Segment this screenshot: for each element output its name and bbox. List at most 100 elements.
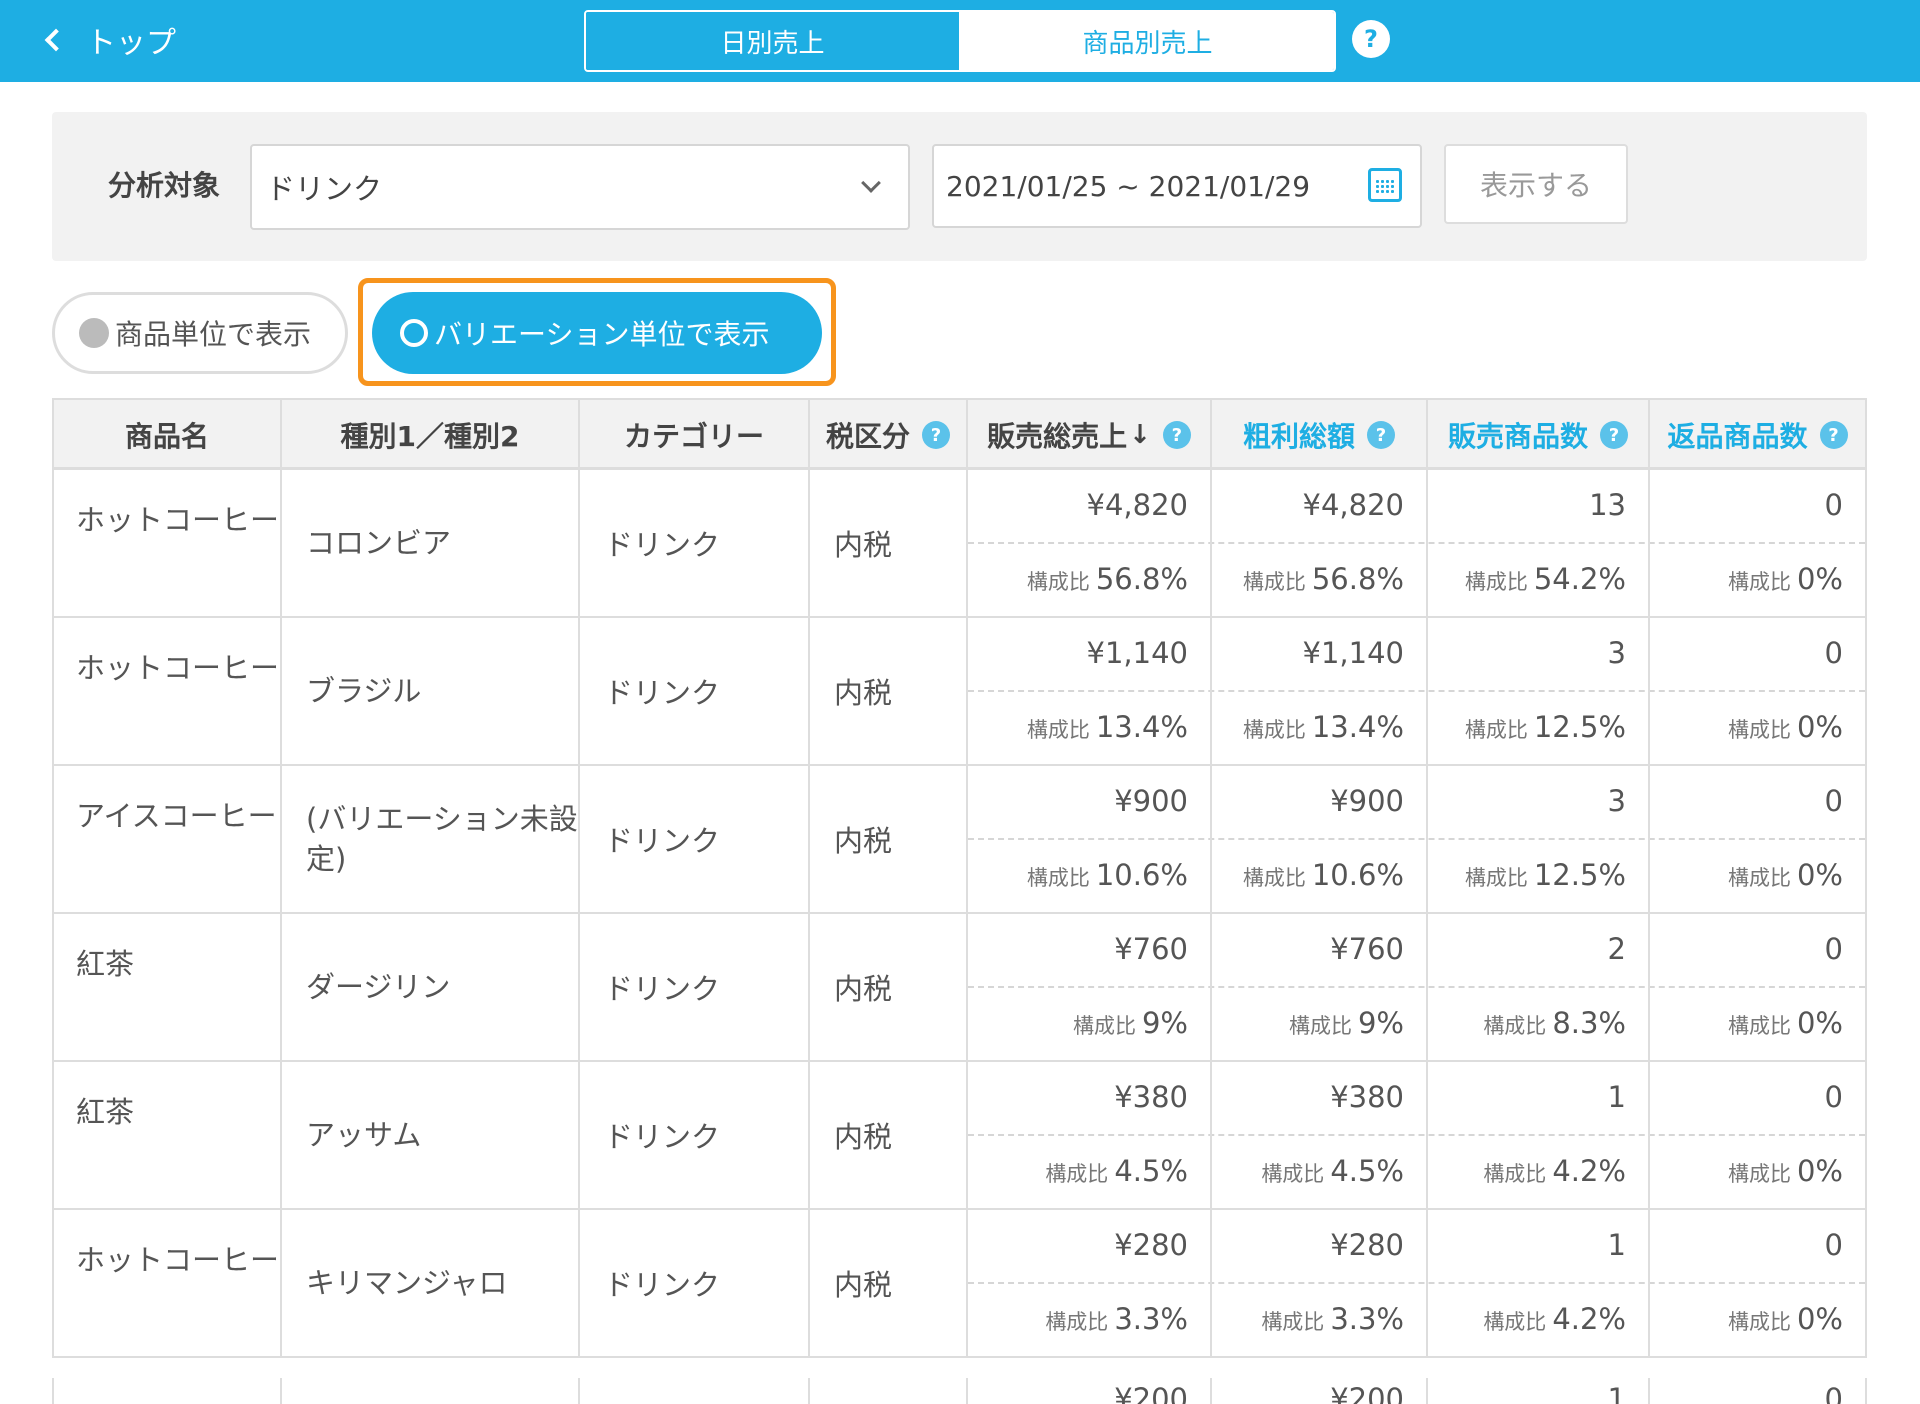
partial-cell: ¥200 [1212,1378,1428,1404]
cell-tax: 内税 [810,914,968,1060]
tax-type: 内税 [834,528,893,562]
col-quantity[interactable]: 販売商品数? [1428,400,1650,470]
chevron-left-icon [44,28,68,52]
variation-unit-toggle[interactable]: バリエーション単位で表示 [372,292,822,374]
cell-variation: (バリエーション未設定) [282,766,580,912]
tab-product-sales[interactable]: 商品別売上 [961,12,1334,70]
sales-value: ¥280 [1114,1228,1188,1262]
qty-value: 2 [1607,932,1626,966]
cell-category: ドリンク [580,766,810,912]
product-name: ホットコーヒー [76,503,280,537]
variation-name: キリマンジャロ [306,1266,508,1300]
sales-ratio: 構成比 13.4% [1027,710,1188,744]
help-icon[interactable]: ? [1367,421,1395,449]
profit-ratio-value: 3.3% [1330,1302,1404,1336]
table-row[interactable]: 紅茶 ダージリン ドリンク 内税 ¥760 構成比 9% ¥760 構成比 9% 2 構成比 8.3% 0… [54,914,1865,1062]
ratio-prefix: 構成比 [1464,718,1528,742]
table-header: 商品名 種別1／種別2 カテゴリー 税区分? 販売総売上 ↓? 粗利総額? 販売商… [52,398,1867,470]
qty-ratio: 構成比 12.5% [1465,858,1626,892]
radio-off-icon [79,318,109,348]
sales-value: ¥900 [1114,784,1188,818]
qty-ratio: 構成比 4.2% [1483,1154,1626,1188]
analysis-target-select[interactable]: ドリンク [250,144,910,230]
help-icon[interactable]: ? [1352,20,1390,58]
partial-sales: ¥200 [1114,1382,1188,1404]
cell-product-name: 紅茶 [54,914,282,1060]
col-variation[interactable]: 種別1／種別2 [282,400,580,470]
sales-value: ¥760 [1114,932,1188,966]
table-row[interactable]: ホットコーヒー コロンビア ドリンク 内税 ¥4,820 構成比 56.8% ¥4,820 構成… [54,470,1865,618]
profit-ratio-value: 9% [1357,1006,1404,1040]
profit-ratio: 構成比 10.6% [1243,858,1404,892]
cell-qty: 3 構成比 12.5% [1428,618,1650,764]
back-button[interactable]: トップ [38,18,176,62]
returns-ratio-value: 0% [1796,858,1843,892]
help-icon[interactable]: ? [1600,421,1628,449]
profit-ratio-value: 4.5% [1330,1154,1404,1188]
profit-value: ¥4,820 [1302,488,1404,522]
cell-profit: ¥900 構成比 10.6% [1212,766,1428,912]
qty-value: 1 [1607,1080,1626,1114]
tax-type: 内税 [834,676,893,710]
sales-ratio-value: 4.5% [1114,1154,1188,1188]
product-name: ホットコーヒー [76,651,280,685]
qty-ratio-value: 54.2% [1533,562,1626,596]
returns-value: 0 [1824,784,1843,818]
qty-value: 1 [1607,1228,1626,1262]
ratio-prefix: 構成比 [1727,1162,1791,1186]
col-product-name[interactable]: 商品名 [54,400,282,470]
table-row[interactable]: ホットコーヒー ブラジル ドリンク 内税 ¥1,140 構成比 13.4% ¥1,140 構成比… [54,618,1865,766]
partial-profit: ¥200 [1330,1382,1404,1404]
cell-profit: ¥280 構成比 3.3% [1212,1210,1428,1356]
variation-name: コロンビア [306,526,452,560]
col-tax[interactable]: 税区分? [810,400,968,470]
sales-table: 商品名 種別1／種別2 カテゴリー 税区分? 販売総売上 ↓? 粗利総額? 販売商… [52,398,1867,1358]
product-unit-label: 商品単位で表示 [115,318,312,351]
filter-panel: 分析対象 ドリンク 2021/01/25 ~ 2021/01/29 表示する [52,112,1867,261]
returns-ratio: 構成比 0% [1728,1302,1843,1336]
cell-variation: ダージリン [282,914,580,1060]
ratio-prefix: 構成比 [1026,866,1090,890]
returns-value: 0 [1824,932,1843,966]
returns-ratio: 構成比 0% [1728,1154,1843,1188]
product-unit-toggle[interactable]: 商品単位で表示 [52,292,348,374]
help-icon[interactable]: ? [922,421,950,449]
calendar-icon[interactable] [1368,168,1402,202]
profit-ratio: 構成比 4.5% [1261,1154,1404,1188]
cell-profit: ¥1,140 構成比 13.4% [1212,618,1428,764]
help-icon[interactable]: ? [1162,421,1191,449]
tax-type: 内税 [834,824,893,858]
col-category-label: カテゴリー [623,420,764,453]
cell-category: ドリンク [580,470,810,616]
category-name: ドリンク [604,676,721,710]
returns-ratio: 構成比 0% [1728,1006,1843,1040]
returns-ratio: 構成比 0% [1728,858,1843,892]
cell-category: ドリンク [580,1210,810,1356]
category-name: ドリンク [604,972,721,1006]
variation-name: ダージリン [306,970,451,1004]
col-sales[interactable]: 販売総売上 ↓? [968,400,1212,470]
col-profit[interactable]: 粗利総額? [1212,400,1428,470]
table-row[interactable]: ホットコーヒー キリマンジャロ ドリンク 内税 ¥280 構成比 3.3% ¥280 構成比 3.… [54,1210,1865,1358]
ratio-prefix: 構成比 [1288,1014,1352,1038]
qty-ratio-value: 8.3% [1552,1006,1626,1040]
cell-returns: 0 構成比 0% [1650,1062,1865,1208]
partial-cell [54,1378,282,1404]
date-range-field[interactable]: 2021/01/25 ~ 2021/01/29 [932,144,1422,228]
tab-daily-sales[interactable]: 日別売上 [586,12,961,70]
qty-value: 3 [1607,636,1626,670]
qty-ratio-value: 4.2% [1552,1154,1626,1188]
col-returns[interactable]: 返品商品数? [1650,400,1865,470]
table-row[interactable]: 紅茶 アッサム ドリンク 内税 ¥380 構成比 4.5% ¥380 構成比 4.5% 1 構成比 4.… [54,1062,1865,1210]
col-variation-label: 種別1／種別2 [340,420,520,453]
show-button[interactable]: 表示する [1444,144,1628,224]
profit-value: ¥280 [1330,1228,1404,1262]
help-icon[interactable]: ? [1819,421,1848,449]
cell-sales: ¥760 構成比 9% [968,914,1212,1060]
col-category[interactable]: カテゴリー [580,400,810,470]
ratio-prefix: 構成比 [1727,1310,1791,1334]
product-name: アイスコーヒー [76,799,277,833]
table-row[interactable]: アイスコーヒー (バリエーション未設定) ドリンク 内税 ¥900 構成比 10.6% ¥90… [54,766,1865,914]
qty-value: 3 [1607,784,1626,818]
profit-ratio-value: 10.6% [1311,858,1404,892]
